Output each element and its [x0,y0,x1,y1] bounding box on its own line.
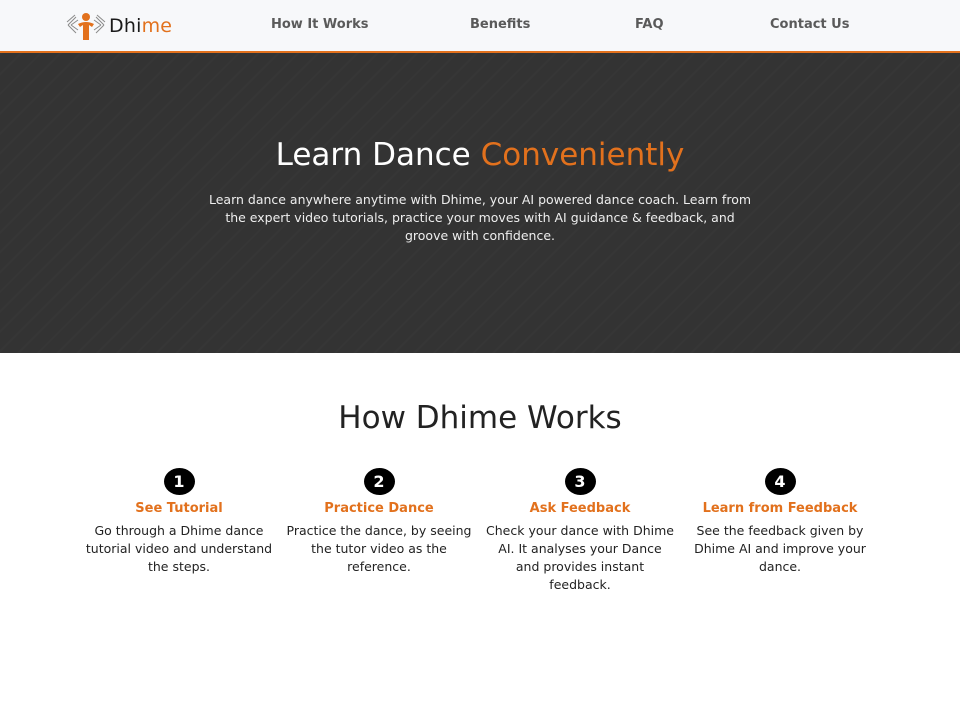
nav-link-contact-us[interactable]: Contact Us [770,17,849,32]
dancer-logo-icon [66,13,106,40]
step-title: See Tutorial [135,501,223,516]
hero-title-accent: Conveniently [480,137,685,173]
step-title: Ask Feedback [529,501,631,516]
hero-description: Learn dance anywhere anytime with Dhime,… [208,192,752,243]
brand-name: Dhime [109,15,173,37]
step-description: Check your dance with Dhime AI. It analy… [486,523,674,592]
nav-link-faq[interactable]: FAQ [635,17,664,32]
step-title: Learn from Feedback [702,501,858,516]
how-it-works-title: How Dhime Works [338,400,622,436]
brand-logo-link[interactable]: Dhime [66,10,172,42]
step-card: 3 Ask Feedback Check your dance with Dhi… [485,468,675,594]
step-number-badge: 1 [163,468,195,495]
step-number-badge: 4 [764,468,796,495]
hero-section: Learn Dance Conveniently Learn dance any… [0,53,960,353]
hero-title-main: Learn Dance [275,137,481,173]
navbar: Dhime How It Works Benefits FAQ Contact … [0,0,960,53]
step-description: Go through a Dhime dance tutorial video … [85,523,273,574]
step-title: Practice Dance [324,501,434,516]
step-description: See the feedback given by Dhime AI and i… [694,523,866,574]
hero-title: Learn Dance Conveniently [0,137,960,173]
step-card: 2 Practice Dance Practice the dance, by … [284,468,474,576]
step-card: 4 Learn from Feedback See the feedback g… [685,468,875,576]
nav-link-benefits[interactable]: Benefits [470,17,530,32]
step-card: 1 See Tutorial Go through a Dhime dance … [84,468,274,576]
step-number-badge: 2 [363,468,395,495]
step-description: Practice the dance, by seeing the tutor … [286,523,472,574]
nav-link-how-it-works[interactable]: How It Works [271,17,369,32]
step-number-badge: 3 [564,468,596,495]
